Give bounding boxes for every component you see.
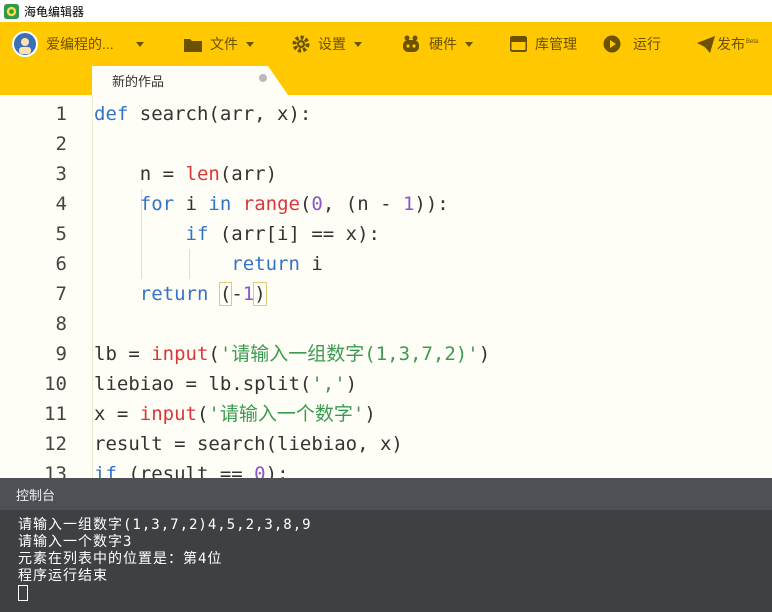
console-panel[interactable]: 控制台 请输入一组数字(1,3,7,2)4,5,2,3,8,9 请输入一个数字3… [0,478,772,612]
file-menu-label: 文件 [210,36,238,52]
file-menu[interactable]: 文件 [184,22,254,66]
main-toolbar: 爱编程的... 文件 设置 硬件 库管理 运行 发布Beta [0,22,772,66]
console-title: 控制台 [16,487,56,503]
settings-menu[interactable]: 设置 [292,22,362,66]
tab-new-work[interactable]: 新的作品 [92,66,288,95]
line-number: 8 [55,313,67,335]
gear-icon [292,35,310,53]
paper-plane-icon [697,35,715,53]
line-number: 3 [55,163,67,185]
settings-menu-label: 设置 [318,36,346,52]
code-line: if (arr[i] == x): [185,223,380,245]
tab-label: 新的作品 [112,74,165,89]
user-name: 爱编程的... [46,36,114,52]
publish-button[interactable]: 发布Beta [697,22,758,66]
run-button[interactable]: 运行 [603,22,661,66]
chevron-down-icon [135,41,144,47]
run-label: 运行 [633,36,661,52]
chevron-down-icon [354,41,362,47]
avatar [12,31,38,57]
console-output-line: 请输入一组数字(1,3,7,2)4,5,2,3,8,9 [18,517,312,533]
line-number: 7 [55,283,67,305]
line-number: 12 [44,433,67,455]
code-line: liebiao = lb.split(',') [94,373,358,395]
code-line: for i in range(0, (n - 1)): [139,193,449,215]
code-line: return i [231,253,323,275]
line-number: 9 [55,343,67,365]
hardware-menu[interactable]: 硬件 [401,22,473,66]
code-line: if (result == 0): [94,463,289,478]
title-bar: 海龟编辑器 [0,0,772,22]
line-number: 10 [44,373,67,395]
code-line: lb = input('请输入一组数字(1,3,7,2)') [94,343,491,365]
line-number: 2 [55,133,67,155]
line-number: 5 [55,223,67,245]
console-output-line: 程序运行结束 [18,568,108,584]
library-manager-button[interactable]: 库管理 [510,22,577,66]
tab-strip: 新的作品 [0,66,772,95]
chevron-down-icon [465,41,473,47]
console-header: 控制台 [0,478,772,510]
code-line: def search(arr, x): [94,103,312,125]
user-menu[interactable]: 爱编程的... [12,22,144,66]
line-number: 11 [44,403,67,425]
code-line: return (-1) [139,282,267,306]
line-number: 13 [44,463,67,478]
gutter-divider [92,95,93,478]
play-icon [603,35,621,53]
chevron-down-icon [246,41,254,47]
line-number: 6 [55,253,67,275]
window-title: 海龟编辑器 [24,4,85,19]
turtle-logo-icon [4,3,19,19]
line-number: 4 [55,193,67,215]
code-line: n = len(arr) [94,163,278,185]
console-output-line: 请输入一个数字3 [18,534,133,550]
code-editor[interactable]: 1 2 3 4 5 6 7 8 9 10 11 12 13 def search… [0,95,772,478]
package-icon [510,36,527,52]
line-number: 1 [55,103,67,125]
hardware-menu-label: 硬件 [429,36,457,52]
folder-icon [184,38,202,52]
console-input-cursor[interactable] [18,585,28,601]
beta-badge: Beta [746,39,759,46]
library-manager-label: 库管理 [535,36,577,52]
robot-icon [403,35,419,52]
unsaved-dot-icon [259,74,267,82]
console-output-line: 元素在列表中的位置是：第4位 [18,551,223,567]
publish-label: 发布Beta [717,36,759,52]
code-line: result = search(liebiao, x) [94,433,403,455]
code-line: x = input('请输入一个数字') [94,403,376,425]
